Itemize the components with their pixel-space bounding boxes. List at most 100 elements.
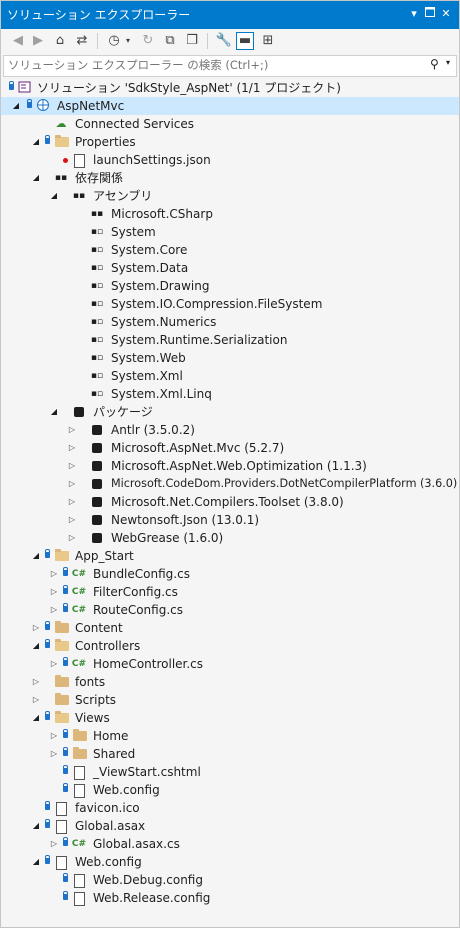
tree-node-assembly[interactable]: ▪▫ System.Runtime.Serialization	[1, 331, 459, 349]
collapse-arrow-icon[interactable]: ▷	[49, 565, 59, 583]
expand-arrow-icon[interactable]: ◢	[11, 97, 21, 115]
tree-node-package[interactable]: ▷ Antlr (3.5.0.2)	[1, 421, 459, 439]
tree-node-assemblies[interactable]: ◢ ▪▪ アセンブリ	[1, 187, 459, 205]
tree-node-cs-file[interactable]: ▷ C# HomeController.cs	[1, 655, 459, 673]
collapse-arrow-icon[interactable]: ▷	[31, 691, 41, 709]
tree-node-views-home[interactable]: ▷ Home	[1, 727, 459, 745]
lock-icon	[45, 135, 50, 144]
chevron-down-icon[interactable]: ▾	[123, 32, 133, 50]
maximize-icon[interactable]	[423, 7, 437, 21]
tree-node-app-start[interactable]: ◢ App_Start	[1, 547, 459, 565]
forward-icon[interactable]: ▶	[29, 32, 47, 50]
home-icon[interactable]: ⌂	[51, 32, 69, 50]
properties-label: Properties	[75, 135, 136, 149]
class-view-icon[interactable]: ⊞	[259, 32, 277, 50]
expand-arrow-icon[interactable]: ◢	[31, 637, 41, 655]
tree-node-assembly[interactable]: ▪▫ System.IO.Compression.FileSystem	[1, 295, 459, 313]
tree-node-packages[interactable]: ◢ パッケージ	[1, 403, 459, 421]
dropdown-icon[interactable]: ▾	[407, 7, 421, 21]
collapse-arrow-icon[interactable]: ▷	[67, 511, 77, 529]
tree-node-web-debug[interactable]: Web.Debug.config	[1, 871, 459, 889]
expand-arrow-icon[interactable]: ◢	[31, 169, 41, 187]
fonts-label: fonts	[75, 675, 106, 689]
expand-arrow-icon[interactable]: ◢	[31, 709, 41, 727]
show-all-files-icon[interactable]: ❐	[183, 32, 201, 50]
tree-node-package[interactable]: ▷ Microsoft.AspNet.Web.Optimization (1.1.…	[1, 457, 459, 475]
tree-node-launch-settings[interactable]: launchSettings.json	[1, 151, 459, 169]
tree-node-views-shared[interactable]: ▷ Shared	[1, 745, 459, 763]
tree-node-cs-file[interactable]: ▷ C# FilterConfig.cs	[1, 583, 459, 601]
switch-views-icon[interactable]: ⇄	[73, 32, 91, 50]
tree-node-assembly[interactable]: ▪▫ System.Xml	[1, 367, 459, 385]
collapse-arrow-icon[interactable]: ▷	[49, 727, 59, 745]
tree-node-package[interactable]: ▷ Microsoft.AspNet.Mvc (5.2.7)	[1, 439, 459, 457]
tree-node-controllers[interactable]: ◢ Controllers	[1, 637, 459, 655]
back-icon[interactable]: ◀	[9, 32, 27, 50]
tree-node-viewstart[interactable]: _ViewStart.cshtml	[1, 763, 459, 781]
collapse-arrow-icon[interactable]: ▷	[49, 601, 59, 619]
tree-node-assembly[interactable]: ▪▫ System.Drawing	[1, 277, 459, 295]
collapse-all-icon[interactable]: ⧉	[161, 32, 179, 50]
expand-arrow-icon[interactable]: ◢	[31, 817, 41, 835]
tree-node-solution[interactable]: ソリューション 'SdkStyle_AspNet' (1/1 プロジェクト)	[1, 79, 459, 97]
collapse-arrow-icon[interactable]: ▷	[67, 529, 77, 547]
collapse-arrow-icon[interactable]: ▷	[67, 493, 77, 511]
folder-icon	[55, 621, 69, 633]
preview-selected-icon[interactable]: ▬	[236, 32, 254, 50]
tree-node-web-release[interactable]: Web.Release.config	[1, 889, 459, 907]
assembly-label: System.Xml	[111, 369, 183, 383]
collapse-arrow-icon[interactable]: ▷	[31, 619, 41, 637]
collapse-arrow-icon[interactable]: ▷	[67, 421, 77, 439]
search-input[interactable]	[8, 57, 423, 73]
assembly-label: System.Web	[111, 351, 186, 365]
tree-node-views[interactable]: ◢ Views	[1, 709, 459, 727]
tree-node-web-config[interactable]: ◢ Web.config	[1, 853, 459, 871]
tree-node-assembly[interactable]: ▪▫ System.Web	[1, 349, 459, 367]
search-icon[interactable]: ⚲	[430, 57, 439, 71]
tree-node-cs-file[interactable]: ▷ C# RouteConfig.cs	[1, 601, 459, 619]
tree-node-fonts[interactable]: ▷ fonts	[1, 673, 459, 691]
expand-arrow-icon[interactable]: ◢	[49, 403, 59, 421]
expand-arrow-icon[interactable]: ◢	[31, 853, 41, 871]
collapse-arrow-icon[interactable]: ▷	[67, 475, 77, 493]
collapse-arrow-icon[interactable]: ▷	[49, 583, 59, 601]
collapse-arrow-icon[interactable]: ▷	[67, 457, 77, 475]
tree-node-assembly[interactable]: ▪▫ System	[1, 223, 459, 241]
file-label: Web.Debug.config	[93, 873, 203, 887]
collapse-arrow-icon[interactable]: ▷	[49, 745, 59, 763]
collapse-arrow-icon[interactable]: ▷	[67, 439, 77, 457]
tree-node-assembly[interactable]: ▪▫ System.Core	[1, 241, 459, 259]
tree-node-assembly[interactable]: ▪▫ System.Numerics	[1, 313, 459, 331]
tree-node-assembly[interactable]: ▪▫ System.Data	[1, 259, 459, 277]
tree-node-cs-file[interactable]: ▷ C# BundleConfig.cs	[1, 565, 459, 583]
tree-node-package[interactable]: ▷ Newtonsoft.Json (13.0.1)	[1, 511, 459, 529]
tree-node-package[interactable]: ▷ Microsoft.CodeDom.Providers.DotNetCompi…	[1, 475, 459, 493]
assembly-label: System	[111, 225, 156, 239]
tree-node-cs-file[interactable]: ▷ C# Global.asax.cs	[1, 835, 459, 853]
tree-node-package[interactable]: ▷ Microsoft.Net.Compilers.Toolset (3.8.0)	[1, 493, 459, 511]
collapse-arrow-icon[interactable]: ▷	[31, 673, 41, 691]
tree-node-global-asax[interactable]: ◢ Global.asax	[1, 817, 459, 835]
expand-arrow-icon[interactable]: ◢	[31, 133, 41, 151]
tree-node-scripts[interactable]: ▷ Scripts	[1, 691, 459, 709]
expand-arrow-icon[interactable]: ◢	[31, 547, 41, 565]
close-icon[interactable]: ✕	[439, 7, 453, 21]
sync-icon[interactable]: ↻	[139, 32, 157, 50]
tree-node-properties[interactable]: ◢ Properties	[1, 133, 459, 151]
collapse-arrow-icon[interactable]: ▷	[49, 835, 59, 853]
toolbar-separator	[97, 33, 98, 49]
tree-node-dependencies[interactable]: ◢ ▪▪ 依存関係	[1, 169, 459, 187]
tree-node-package[interactable]: ▷ WebGrease (1.6.0)	[1, 529, 459, 547]
tree-node-assembly[interactable]: ▪▪ Microsoft.CSharp	[1, 205, 459, 223]
properties-icon[interactable]: 🔧	[215, 32, 233, 50]
tree-node-views-webconfig[interactable]: Web.config	[1, 781, 459, 799]
collapse-arrow-icon[interactable]: ▷	[49, 655, 59, 673]
tree-node-content[interactable]: ▷ Content	[1, 619, 459, 637]
tree-node-assembly[interactable]: ▪▫ System.Xml.Linq	[1, 385, 459, 403]
history-icon[interactable]: ◷	[105, 32, 123, 50]
tree-node-project[interactable]: ◢ AspNetMvc	[1, 97, 459, 115]
tree-node-connected-services[interactable]: ☁ Connected Services	[1, 115, 459, 133]
chevron-down-icon[interactable]: ▾	[446, 58, 450, 67]
tree-node-favicon[interactable]: favicon.ico	[1, 799, 459, 817]
expand-arrow-icon[interactable]: ◢	[49, 187, 59, 205]
